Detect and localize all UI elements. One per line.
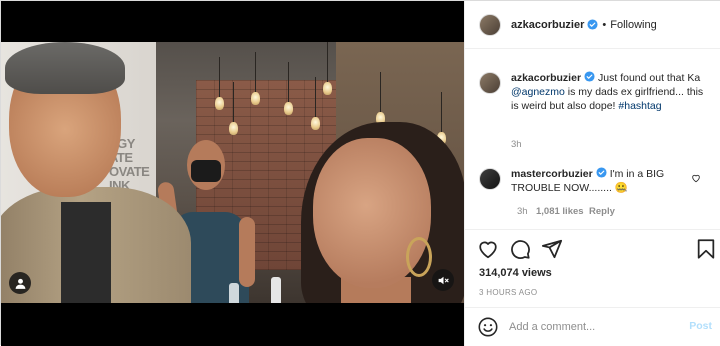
post-header: azkacorbuzier • Following (465, 1, 720, 49)
post-video[interactable]: EGY ATE OVATE INK OVATE INK AN (1, 1, 464, 346)
caption-username[interactable]: azkacorbuzier (511, 72, 581, 84)
post-comment-button[interactable]: Post (689, 320, 712, 332)
speech-bubble-icon (511, 240, 530, 259)
post-action-bar (477, 238, 715, 262)
person-left-collar (61, 202, 111, 303)
person-icon (15, 278, 25, 289)
comment-input[interactable] (509, 320, 679, 333)
comment-item: mastercorbuzier I'm in a BIG TROUBLE NOW.… (479, 167, 714, 195)
emoji-icon[interactable] (477, 316, 499, 338)
header-separator: • (602, 18, 607, 31)
comment-reply-button[interactable]: Reply (589, 206, 615, 217)
sound-toggle-button[interactable] (432, 269, 454, 291)
commenter-avatar[interactable] (479, 168, 501, 190)
heart-icon (479, 241, 497, 259)
pendant-bulb (215, 57, 224, 110)
pendant-bulb (229, 82, 238, 135)
bookmark-icon (697, 239, 715, 259)
hashtag-link[interactable]: #hashtag (618, 100, 661, 112)
comment-timestamp[interactable]: 3h (517, 206, 528, 217)
comment-like-heart-icon[interactable] (691, 173, 701, 183)
author-avatar[interactable] (479, 13, 501, 36)
verified-badge-icon (596, 167, 607, 178)
pendant-bulb (284, 62, 293, 115)
instagram-post-frame: EGY ATE OVATE INK OVATE INK AN (0, 0, 720, 346)
bottle (229, 283, 239, 303)
bottle (271, 277, 281, 303)
hoop-earring (406, 237, 432, 277)
comment-compose-bar: Post (465, 307, 720, 346)
actions-divider (465, 229, 720, 230)
pendant-bulb (323, 42, 332, 95)
comment-button[interactable] (509, 238, 531, 260)
save-button[interactable] (695, 238, 717, 260)
view-count[interactable]: 314,074 views (479, 267, 552, 279)
speaker-muted-icon (438, 276, 449, 284)
post-caption: azkacorbuzier Just found out that Ka @agn… (479, 71, 714, 113)
commenter-username[interactable]: mastercorbuzier (511, 168, 593, 180)
caption-text: azkacorbuzier Just found out that Ka @agn… (511, 71, 711, 113)
mention-link[interactable]: @agnezmo (511, 86, 565, 98)
verified-badge-icon (584, 71, 595, 82)
caption-body-start: Just found out that Ka (598, 72, 701, 84)
user-tag-button[interactable] (9, 272, 31, 294)
comment-like-count[interactable]: 1,081 likes (536, 206, 584, 217)
pendant-bulb (311, 77, 320, 130)
like-button[interactable] (477, 238, 499, 260)
post-time-ago[interactable]: 3 HOURS AGO (479, 288, 537, 297)
pendant-bulb (251, 52, 260, 105)
paper-plane-icon (541, 239, 563, 259)
caption-timestamp[interactable]: 3h (511, 139, 522, 150)
share-button[interactable] (541, 238, 563, 260)
comment-text: mastercorbuzier I'm in a BIG TROUBLE NOW.… (511, 167, 691, 195)
post-sidebar: azkacorbuzier • Following azkacorbuzier J… (464, 1, 720, 346)
verified-badge-icon (587, 19, 598, 30)
person-left-hair (5, 42, 125, 94)
following-button[interactable]: Following (610, 19, 656, 31)
author-username[interactable]: azkacorbuzier (511, 19, 584, 31)
caption-avatar[interactable] (479, 72, 501, 94)
video-frame[interactable]: EGY ATE OVATE INK OVATE INK AN (1, 42, 464, 303)
person-background-arm (239, 217, 255, 287)
face-mask (191, 160, 221, 182)
